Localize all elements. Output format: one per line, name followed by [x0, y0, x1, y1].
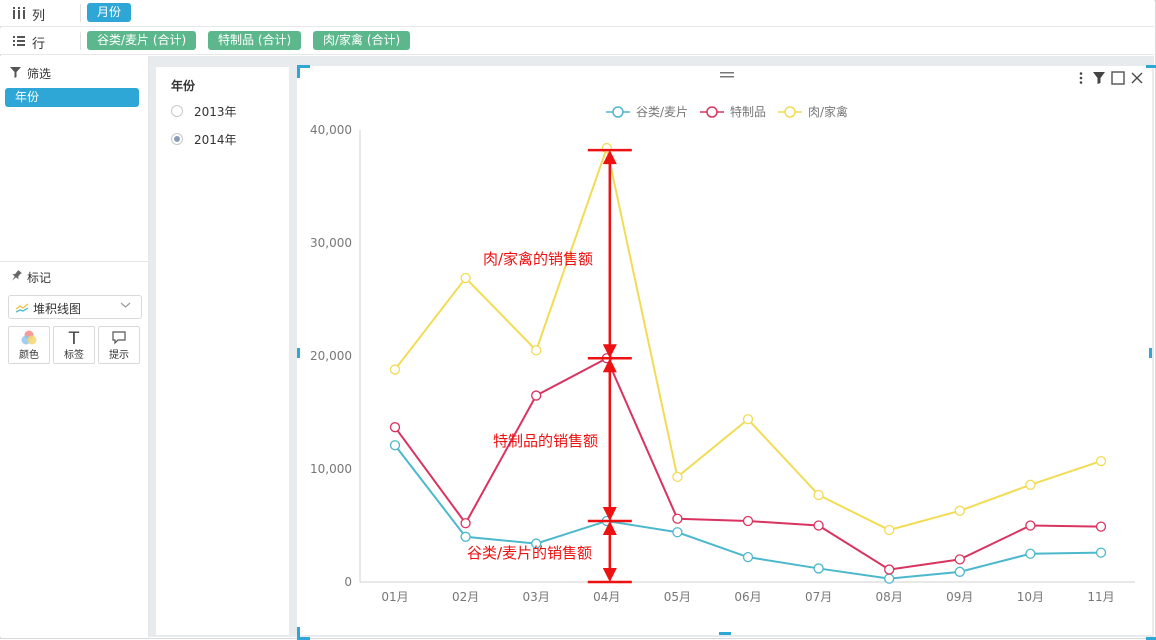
series-line	[394, 356, 1102, 571]
annotation-arrowhead	[602, 568, 617, 582]
data-point	[672, 527, 683, 538]
data-point	[954, 566, 965, 577]
data-point	[813, 520, 824, 531]
data-point	[1025, 520, 1036, 531]
x-tick-label: 09月	[946, 590, 973, 604]
x-tick-label: 03月	[523, 590, 550, 604]
data-point	[1095, 547, 1107, 558]
y-tick-label: 30,000	[310, 236, 352, 250]
data-point	[1095, 455, 1107, 467]
y-tick-label: 10,000	[310, 462, 352, 476]
y-tick-label: 20,000	[310, 349, 352, 363]
data-point	[531, 345, 542, 356]
data-point	[1025, 479, 1036, 490]
x-tick-label: 07月	[805, 590, 832, 604]
data-point	[389, 364, 401, 375]
data-point	[460, 531, 471, 542]
data-point	[389, 422, 401, 433]
data-point	[460, 518, 471, 529]
stacked-line-chart: 0 10,000 20,000 30,000 40,000 01月 02月 03月 04月 05月…	[310, 104, 1135, 604]
legend-label: 肉/家禽	[808, 104, 848, 119]
annotation-cereal-label: 谷类/麦片的销售额	[467, 544, 592, 562]
data-point	[389, 440, 401, 451]
data-point	[1095, 521, 1107, 532]
x-tick-label: 06月	[734, 590, 761, 604]
data-point	[531, 390, 542, 401]
x-tick-label: 10月	[1017, 590, 1044, 604]
annotation-specialty-label: 特制品的销售额	[493, 432, 598, 450]
data-point	[672, 513, 683, 524]
data-point	[1025, 548, 1036, 559]
y-tick-label: 0	[344, 575, 352, 589]
x-tick-label: 08月	[876, 590, 903, 604]
annotation-meat-label: 肉/家禽的销售额	[483, 250, 593, 268]
data-point	[742, 414, 754, 425]
series-line	[394, 144, 1102, 532]
x-tick-label: 01月	[381, 590, 408, 604]
data-point	[460, 272, 471, 284]
data-point	[813, 489, 824, 501]
x-tick-label: 11月	[1087, 590, 1114, 604]
legend-marker	[784, 106, 796, 118]
x-tick-label: 02月	[452, 590, 479, 604]
legend-marker	[612, 106, 624, 118]
data-point	[813, 563, 824, 574]
data-point	[884, 524, 895, 536]
data-point	[884, 564, 895, 575]
data-point	[954, 505, 965, 516]
data-point	[742, 551, 754, 563]
x-tick-label: 04月	[593, 590, 620, 604]
data-point	[884, 573, 895, 584]
x-tick-label: 05月	[664, 590, 691, 604]
legend-label: 特制品	[730, 104, 766, 119]
legend-marker	[706, 106, 718, 118]
data-point	[954, 554, 965, 565]
data-point	[672, 471, 683, 483]
y-tick-label: 40,000	[310, 123, 352, 137]
data-point	[742, 515, 754, 527]
legend-label: 谷类/麦片	[636, 105, 688, 119]
